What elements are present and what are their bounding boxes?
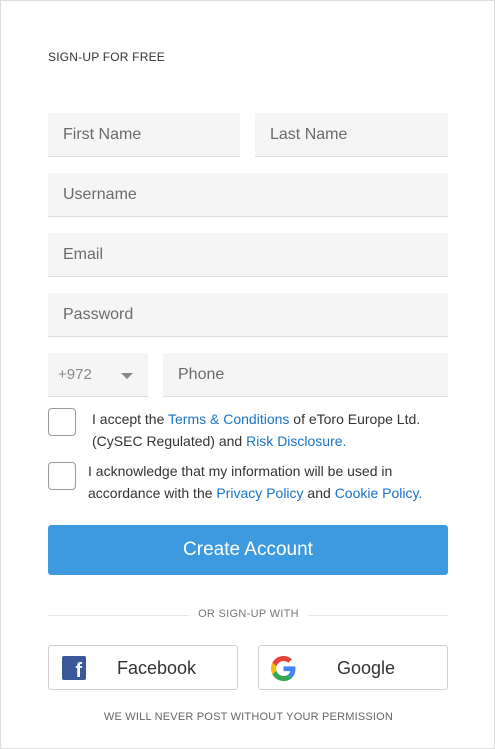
- username-input[interactable]: [48, 173, 448, 216]
- risk-disclosure-link[interactable]: Risk Disclosure.: [246, 433, 346, 449]
- password-input[interactable]: [48, 293, 448, 336]
- signup-card: SIGN-UP FOR FREE +972 I accept the Terms…: [0, 0, 495, 749]
- privacy-checkbox[interactable]: [48, 462, 76, 490]
- first-name-input[interactable]: [48, 113, 240, 156]
- facebook-button[interactable]: f Facebook: [48, 645, 238, 690]
- password-field[interactable]: [48, 293, 448, 337]
- country-code-select[interactable]: +972: [48, 353, 148, 397]
- phone-field[interactable]: [163, 353, 448, 397]
- country-code-value: +972: [58, 366, 92, 383]
- terms-conditions-link[interactable]: Terms & Conditions: [168, 411, 289, 427]
- email-input[interactable]: [48, 233, 448, 276]
- facebook-label: Facebook: [117, 658, 197, 678]
- terms-text: I accept the Terms & Conditions of eToro…: [92, 408, 442, 452]
- divider-line-right: [308, 615, 448, 616]
- google-label: Google: [337, 658, 396, 678]
- chevron-down-icon: [121, 373, 133, 379]
- last-name-field[interactable]: [255, 113, 448, 157]
- privacy-text: I acknowledge that my information will b…: [88, 460, 438, 504]
- create-account-button[interactable]: Create Account: [48, 525, 448, 575]
- email-field[interactable]: [48, 233, 448, 277]
- phone-input[interactable]: [163, 353, 448, 396]
- privacy-policy-link[interactable]: Privacy Policy: [216, 485, 303, 501]
- cookie-policy-link[interactable]: Cookie Policy.: [335, 485, 423, 501]
- first-name-field[interactable]: [48, 113, 240, 157]
- username-field[interactable]: [48, 173, 448, 217]
- facebook-icon: f: [62, 656, 86, 681]
- divider-text: OR SIGN-UP WITH: [198, 608, 299, 620]
- last-name-input[interactable]: [255, 113, 448, 156]
- form-title: SIGN-UP FOR FREE: [48, 50, 165, 64]
- google-icon: [271, 656, 296, 681]
- footer-notice: WE WILL NEVER POST WITHOUT YOUR PERMISSI…: [103, 711, 394, 723]
- terms-text-part: I accept the: [92, 411, 169, 427]
- privacy-text-part: and: [303, 485, 335, 501]
- google-button[interactable]: Google: [258, 645, 448, 690]
- terms-checkbox[interactable]: [48, 408, 76, 436]
